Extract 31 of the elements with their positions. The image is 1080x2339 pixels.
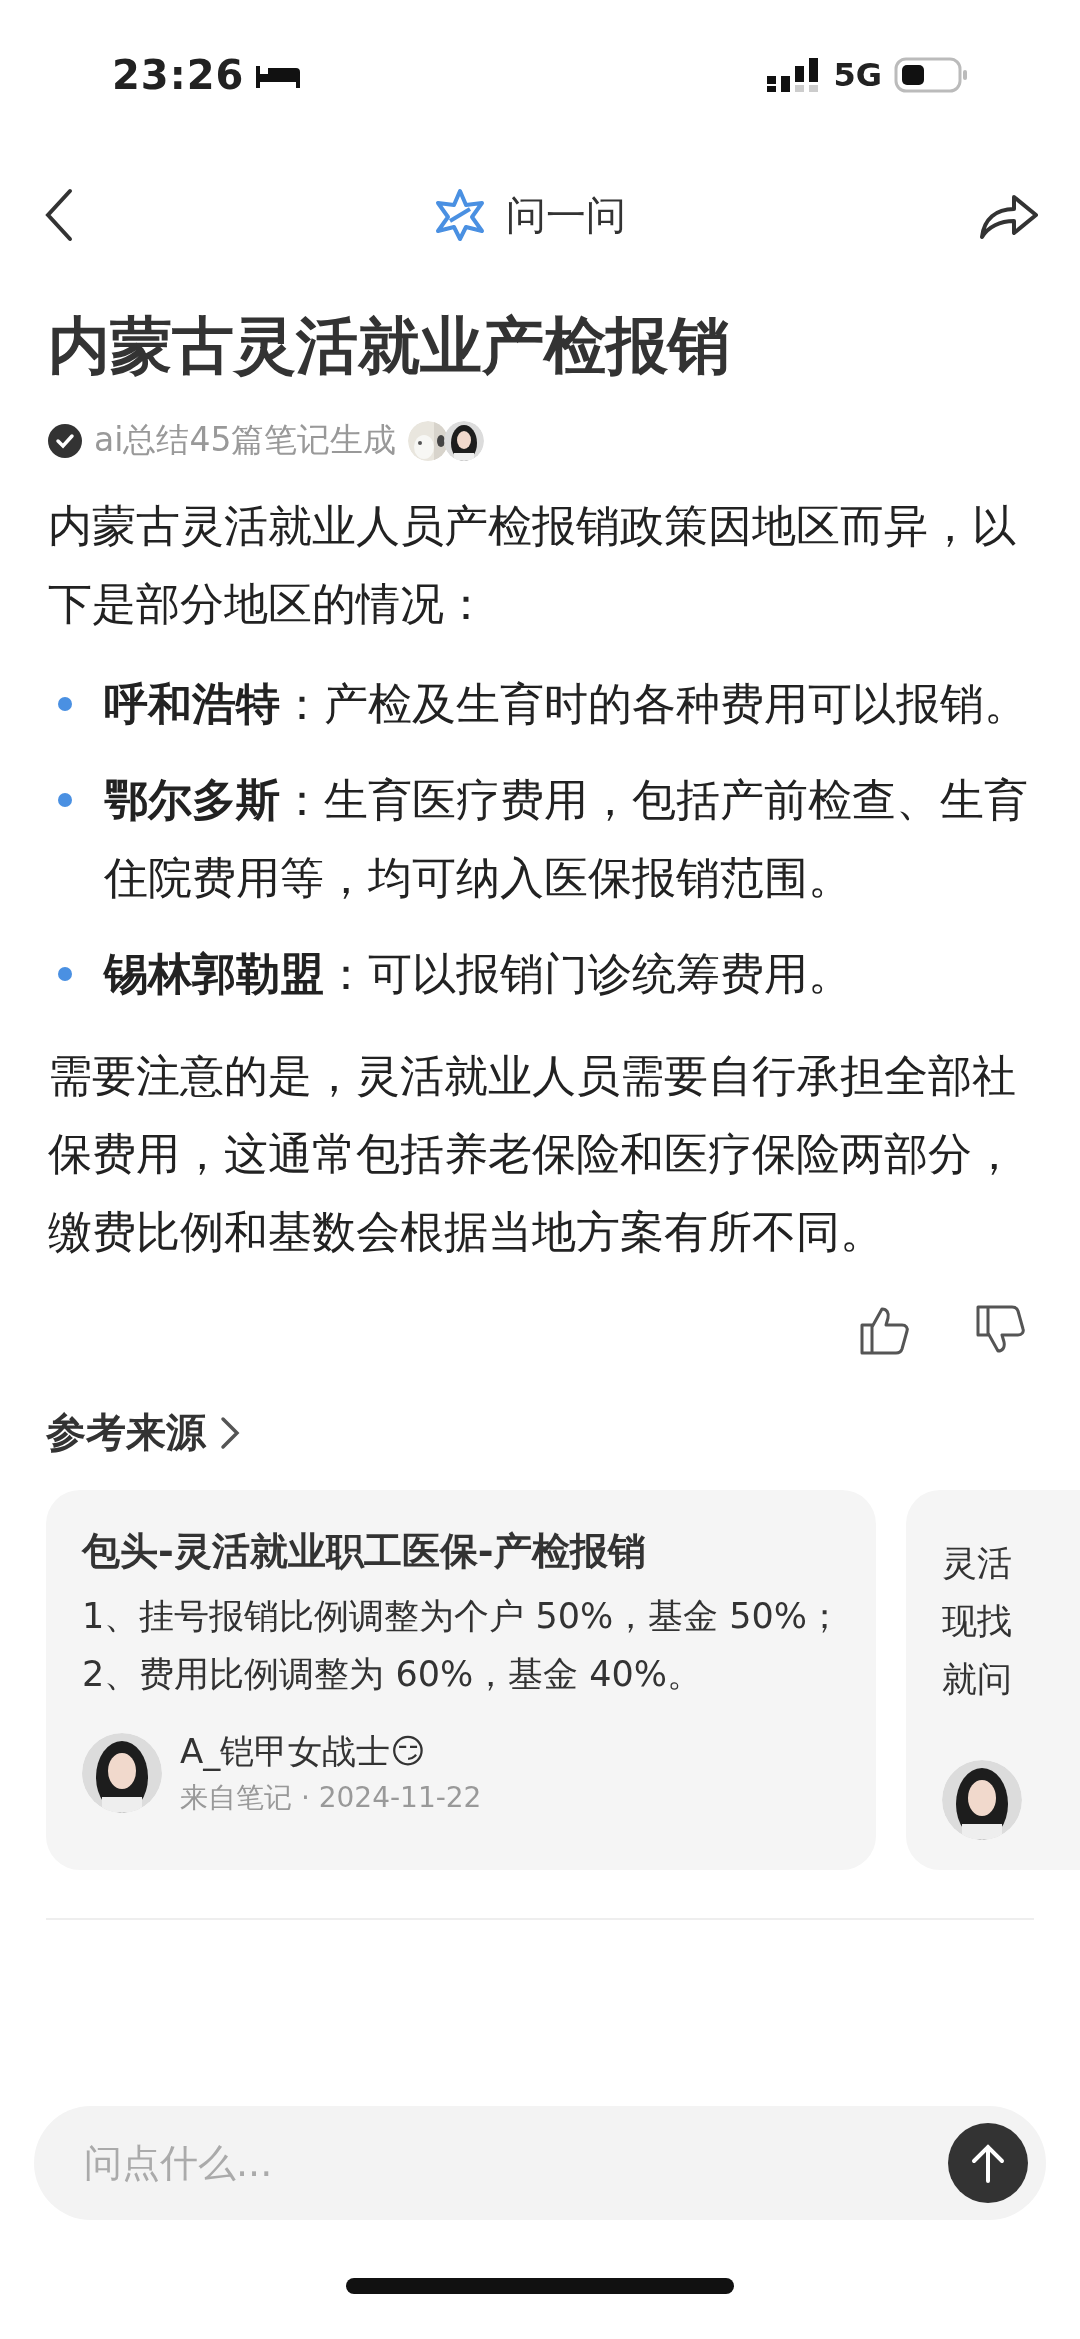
card-text: 现找 <box>942 1600 1013 1643</box>
bullet-text: 鄂尔多斯：生育医疗费用，包括产前检查、生育住院费用等，均可纳入医保报销范围。 <box>104 773 1029 905</box>
bullet-dot <box>58 697 72 711</box>
card-title: 包头-灵活就业职工医保-产检报销 <box>82 1528 647 1575</box>
thumbs-down-icon[interactable] <box>974 1305 1026 1355</box>
card-text: 就问 <box>942 1658 1013 1701</box>
card-text: 灵活 <box>942 1542 1013 1585</box>
page-title: 问一问 <box>506 190 626 240</box>
summary-source: ai总结45篇笔记生成 <box>94 419 397 461</box>
clock: 23:26 <box>112 52 245 98</box>
network-label: 5G <box>833 56 882 94</box>
bullet-text: 呼和浩特：产检及生育时的各种费用可以报销。 <box>104 677 1028 731</box>
card-text: 1、挂号报销比例调整为个户 50%，基金 50%； <box>82 1595 840 1638</box>
battery-icon <box>894 57 968 93</box>
question-field[interactable]: 问点什么... <box>34 2106 1046 2220</box>
chevron-right-icon[interactable] <box>220 1415 240 1450</box>
bullet-dot <box>58 793 72 807</box>
intro-paragraph: 内蒙古灵活就业人员产检报销政策因地区而异，以下是部分地区的情况： <box>48 499 1017 631</box>
check-icon <box>48 423 82 458</box>
bullet-text: 锡林郭勒盟：可以报销门诊统筹费用。 <box>104 947 852 1001</box>
card-meta: 来自笔记 · 2024-11-22 <box>180 1780 482 1816</box>
thumbs-up-icon[interactable] <box>858 1305 910 1355</box>
section-title: 参考来源 <box>46 1408 206 1457</box>
question-input[interactable]: 问点什么... <box>82 2140 948 2186</box>
source-card[interactable]: 包头-灵活就业职工医保-产检报销 1、挂号报销比例调整为个户 50%，基金 50%； 2、费用比例调整为 60%，基金 40%。 A_铠甲女战士😏 来自笔记 · 2024-11-22 <box>46 1490 876 1870</box>
card-text: 2、费用比例调整为 60%，基金 40%。 <box>82 1653 704 1696</box>
question-title: 内蒙古灵活就业产检报销 <box>48 308 731 384</box>
author-name: A_铠甲女战士😏 <box>180 1730 427 1773</box>
bullet-dot <box>58 967 72 981</box>
source-card[interactable]: 灵活 现找 就问 <box>906 1490 1080 1870</box>
note-paragraph: 需要注意的是，灵活就业人员需要自行承担全部社保费用，这通常包括养老保险和医疗保险两部分，缴费比例和基数会根据当地方案有所不同。 <box>48 1049 1017 1259</box>
